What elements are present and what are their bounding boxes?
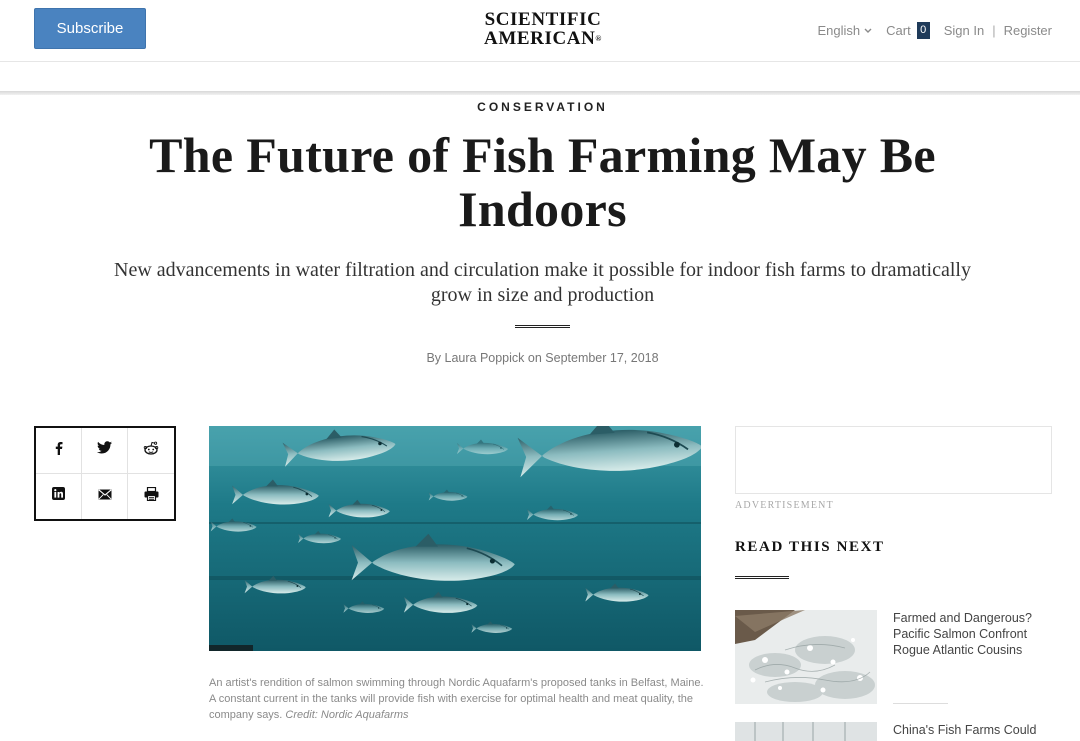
account-nav: English Cart 0 Sign In | Register <box>818 20 1052 40</box>
secondary-nav-bar <box>0 62 1080 92</box>
advertisement-label: ADVERTISEMENT <box>735 500 834 511</box>
sign-in-link[interactable]: Sign In <box>944 23 984 38</box>
read-this-next-heading: READ THIS NEXT <box>735 539 885 555</box>
article-dek: New advancements in water filtration and… <box>114 259 971 306</box>
read-this-next-divider <box>735 576 789 579</box>
share-email-button[interactable] <box>82 473 128 519</box>
article-headline: The Future of Fish Farming May Be Indoor… <box>149 127 936 237</box>
caption-text: An artist's rendition of salmon swimming… <box>209 677 704 721</box>
headline-divider <box>515 325 570 328</box>
related-article-card[interactable]: Farmed and Dangerous? Pacific Salmon Con… <box>735 610 1052 704</box>
share-reddit-button[interactable] <box>128 428 174 474</box>
register-link[interactable]: Register <box>1004 23 1052 38</box>
byline-prefix: By <box>426 351 445 365</box>
salmon-splash-image <box>735 610 877 704</box>
cart-count-badge: 0 <box>916 21 930 39</box>
related-divider <box>893 703 948 704</box>
share-linkedin-button[interactable] <box>36 473 82 519</box>
related-article-card[interactable]: China's Fish Farms Could <box>735 722 1052 741</box>
nav-separator: | <box>992 22 996 38</box>
salmon-tank-illustration <box>209 426 701 651</box>
chevron-down-icon <box>864 26 872 36</box>
site-logo[interactable]: SCIENTIFIC AMERICAN® <box>478 10 608 48</box>
article-category[interactable]: CONSERVATION <box>0 100 1080 114</box>
reddit-icon <box>143 441 159 460</box>
article-byline: By Laura Poppick on September 17, 2018 <box>0 351 1080 365</box>
print-button[interactable] <box>128 474 174 520</box>
cart-label: Cart <box>886 22 911 38</box>
linkedin-icon <box>52 487 65 505</box>
article-hero-image[interactable] <box>209 426 701 651</box>
related-article-title[interactable]: China's Fish Farms Could <box>893 722 1043 738</box>
caption-credit: Credit: Nordic Aquafarms <box>285 709 409 721</box>
related-article-thumbnail[interactable] <box>735 610 877 704</box>
related-article-title[interactable]: Farmed and Dangerous? Pacific Salmon Con… <box>893 610 1043 658</box>
fish-farm-image <box>735 722 877 741</box>
byline-mid: on <box>524 351 546 365</box>
email-icon <box>97 487 112 505</box>
logo-line-2: AMERICAN® <box>484 28 602 49</box>
subscribe-button[interactable]: Subscribe <box>34 8 146 49</box>
cart-link[interactable]: Cart 0 <box>886 21 930 39</box>
facebook-icon <box>53 441 65 460</box>
author-link[interactable]: Laura Poppick <box>445 351 525 365</box>
publish-date: September 17, 2018 <box>545 351 659 365</box>
share-facebook-button[interactable] <box>36 428 82 474</box>
advertisement-slot[interactable] <box>735 426 1052 494</box>
twitter-icon <box>97 441 112 459</box>
language-selector[interactable]: English <box>818 23 873 38</box>
related-article-thumbnail[interactable] <box>735 722 877 741</box>
print-icon <box>144 486 159 506</box>
site-header: Subscribe SCIENTIFIC AMERICAN® English C… <box>0 0 1080 62</box>
share-twitter-button[interactable] <box>82 428 128 474</box>
logo-line-1: SCIENTIFIC <box>484 9 602 30</box>
image-caption: An artist's rendition of salmon swimming… <box>209 675 704 723</box>
header-divider <box>0 91 1080 95</box>
share-panel <box>34 426 176 521</box>
language-label: English <box>817 22 861 38</box>
